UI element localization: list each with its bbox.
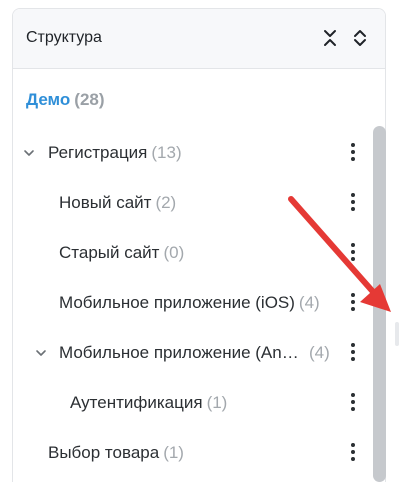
- panel-resize-handle[interactable]: [395, 322, 399, 346]
- vertical-scrollbar[interactable]: [373, 126, 386, 482]
- tree-item-registration[interactable]: Регистрация (13): [13, 133, 373, 173]
- more-options-icon[interactable]: [345, 141, 361, 165]
- tree-item-new-site[interactable]: Новый сайт (2): [13, 183, 373, 223]
- more-options-icon[interactable]: [345, 241, 361, 265]
- tree-root-count: (28): [74, 90, 105, 109]
- tree-item-label: Аутентификация (1): [70, 393, 228, 412]
- more-options-icon[interactable]: [345, 191, 361, 215]
- more-options-icon[interactable]: [345, 341, 361, 365]
- tree-item-label: Новый сайт (2): [59, 193, 177, 212]
- more-options-icon[interactable]: [345, 441, 361, 465]
- more-options-icon[interactable]: [345, 291, 361, 315]
- tree-item-label: Выбор товара (1): [48, 443, 184, 462]
- panel-title: Структура: [26, 29, 102, 46]
- tree-root[interactable]: Демо (28): [26, 90, 105, 110]
- chevron-down-icon[interactable]: [21, 145, 37, 161]
- tree-item-label: Мобильное приложение (Android) (4): [59, 343, 330, 362]
- tree-item-product-selection[interactable]: Выбор товара (1): [13, 433, 373, 473]
- tree-item-label: Мобильное приложение (iOS) (4): [59, 293, 320, 312]
- tree-item-mobile-app-1[interactable]: Мобильное приложение (iOS) (4): [13, 283, 373, 323]
- chevron-down-icon[interactable]: [33, 345, 49, 361]
- tree-item-mobile-app-2[interactable]: Мобильное приложение (Android) (4): [13, 333, 373, 373]
- expand-all-icon[interactable]: [349, 27, 371, 49]
- panel-header: Структура: [13, 9, 385, 69]
- tree-item-label: Старый сайт (0): [59, 243, 185, 262]
- tree-root-name: Демо: [26, 90, 71, 109]
- canvas: Структура Демо (28) Регистрация (13) Нов…: [0, 0, 406, 482]
- tree-item-old-site[interactable]: Старый сайт (0): [13, 233, 373, 273]
- more-options-icon[interactable]: [345, 391, 361, 415]
- collapse-all-icon[interactable]: [319, 27, 341, 49]
- tree-item-label: Регистрация (13): [48, 143, 182, 162]
- tree-item-authentication[interactable]: Аутентификация (1): [13, 383, 373, 423]
- structure-panel: Структура Демо (28) Регистрация (13) Нов…: [12, 8, 386, 482]
